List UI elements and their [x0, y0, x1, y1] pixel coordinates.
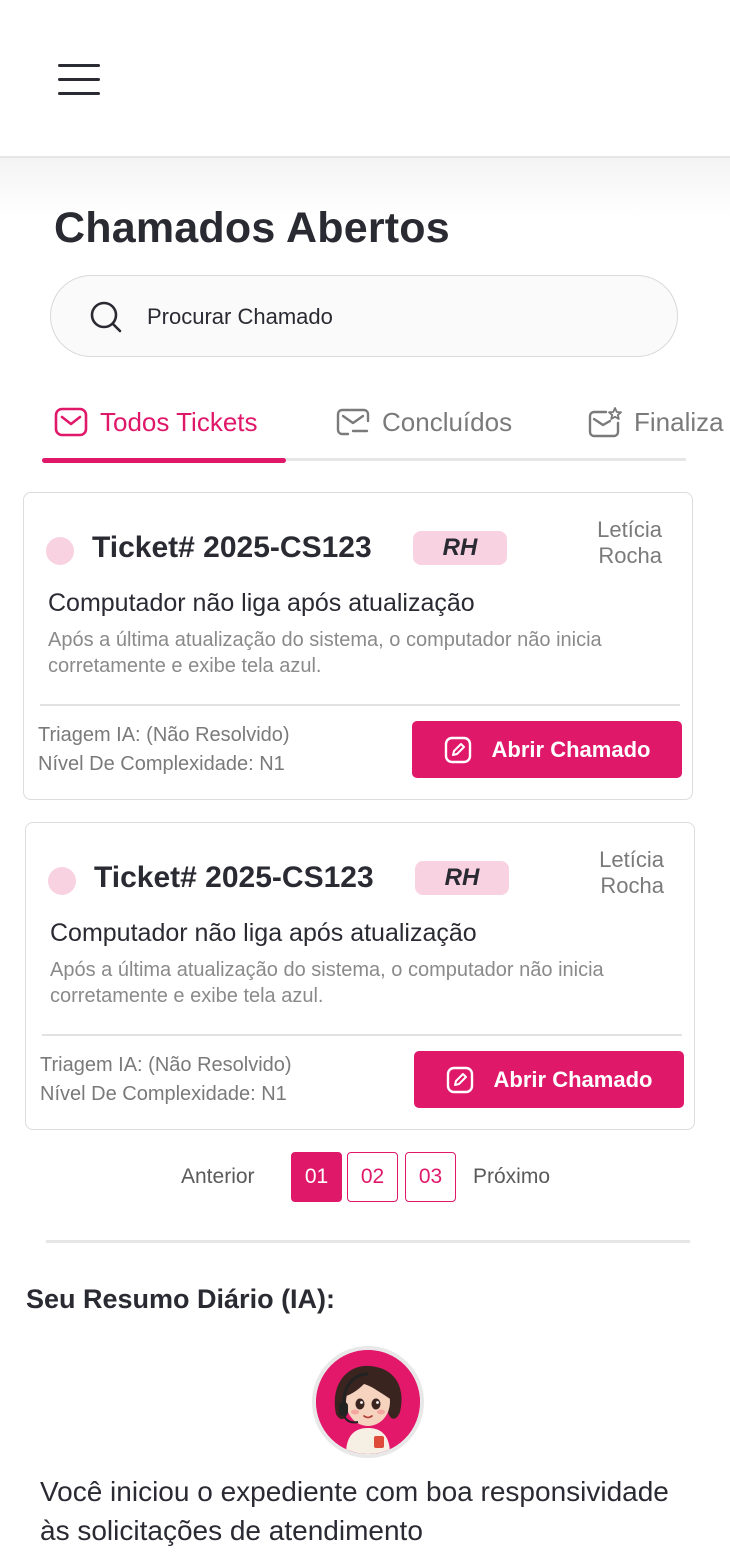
ticket-description: Após a última atualização do sistema, o … — [48, 629, 602, 677]
tab-finalizados[interactable]: Finaliza — [588, 402, 724, 442]
triage-status: Triagem IA: (Não Resolvido) — [38, 724, 290, 746]
page-button-03[interactable]: 03 — [405, 1152, 456, 1202]
assignee-name: Letícia Rocha — [599, 847, 664, 898]
ticket-subject: Computador não liga após atualização — [48, 589, 475, 617]
search-bar[interactable] — [50, 275, 678, 357]
pagination: Anterior 01 02 03 Próximo — [0, 1152, 730, 1202]
pagination-prev-link[interactable]: Anterior — [181, 1165, 255, 1189]
department-badge: RH — [413, 531, 507, 565]
ticket-card: Ticket# 2025-CS123 RH Letícia Rocha Comp… — [25, 822, 695, 1130]
ticket-id: Ticket# 2025-CS123 — [92, 531, 372, 564]
search-icon — [90, 301, 122, 333]
page-button-02[interactable]: 02 — [347, 1152, 398, 1202]
top-bar — [0, 0, 730, 158]
edit-icon — [444, 736, 471, 763]
ticket-description: Após a última atualização do sistema, o … — [50, 959, 604, 1007]
ticket-id: Ticket# 2025-CS123 — [94, 861, 374, 894]
status-dot — [46, 537, 74, 565]
page-title: Chamados Abertos — [54, 204, 450, 252]
tab-concluidos[interactable]: Concluídos — [336, 402, 512, 442]
open-ticket-button[interactable]: Abrir Chamado — [412, 721, 682, 778]
ticket-card: Ticket# 2025-CS123 RH Letícia Rocha Comp… — [23, 492, 693, 800]
section-divider — [46, 1240, 690, 1243]
complexity-level: Nível De Complexidade: N1 — [40, 1083, 287, 1105]
department-badge: RH — [415, 861, 509, 895]
ticket-tabs: Todos Tickets Concluídos Finaliza — [42, 390, 730, 466]
daily-summary-title: Seu Resumo Diário (IA): — [26, 1284, 336, 1314]
ai-assistant-avatar — [312, 1346, 424, 1458]
tab-active-indicator — [42, 458, 286, 463]
status-dot — [48, 867, 76, 895]
assistant-illustration — [316, 1350, 420, 1454]
hamburger-menu-icon[interactable] — [58, 62, 102, 98]
tab-todos-tickets[interactable]: Todos Tickets — [54, 402, 258, 442]
tab-label: Finaliza — [634, 406, 724, 437]
tab-label: Todos Tickets — [100, 406, 258, 437]
tab-label: Concluídos — [382, 406, 513, 437]
triage-info: Triagem IA: (Não Resolvido) Nível De Com… — [38, 721, 290, 779]
triage-status: Triagem IA: (Não Resolvido) — [40, 1054, 292, 1076]
mail-check-icon — [336, 408, 370, 436]
pagination-next-link[interactable]: Próximo — [473, 1165, 550, 1189]
card-divider — [40, 704, 680, 706]
edit-icon — [446, 1066, 473, 1093]
complexity-level: Nível De Complexidade: N1 — [38, 753, 285, 775]
open-ticket-button[interactable]: Abrir Chamado — [414, 1051, 684, 1108]
page-button-01[interactable]: 01 — [291, 1152, 342, 1202]
mail-icon — [54, 407, 88, 437]
search-input[interactable] — [147, 296, 647, 338]
card-divider — [42, 1034, 682, 1036]
daily-summary-text: Você iniciou o expediente com boa respon… — [40, 1476, 669, 1546]
mail-star-icon — [588, 407, 622, 438]
open-ticket-label: Abrir Chamado — [491, 736, 651, 762]
open-ticket-label: Abrir Chamado — [493, 1066, 653, 1092]
assignee-name: Letícia Rocha — [597, 517, 662, 568]
ticket-subject: Computador não liga após atualização — [50, 919, 477, 947]
triage-info: Triagem IA: (Não Resolvido) Nível De Com… — [40, 1051, 292, 1109]
